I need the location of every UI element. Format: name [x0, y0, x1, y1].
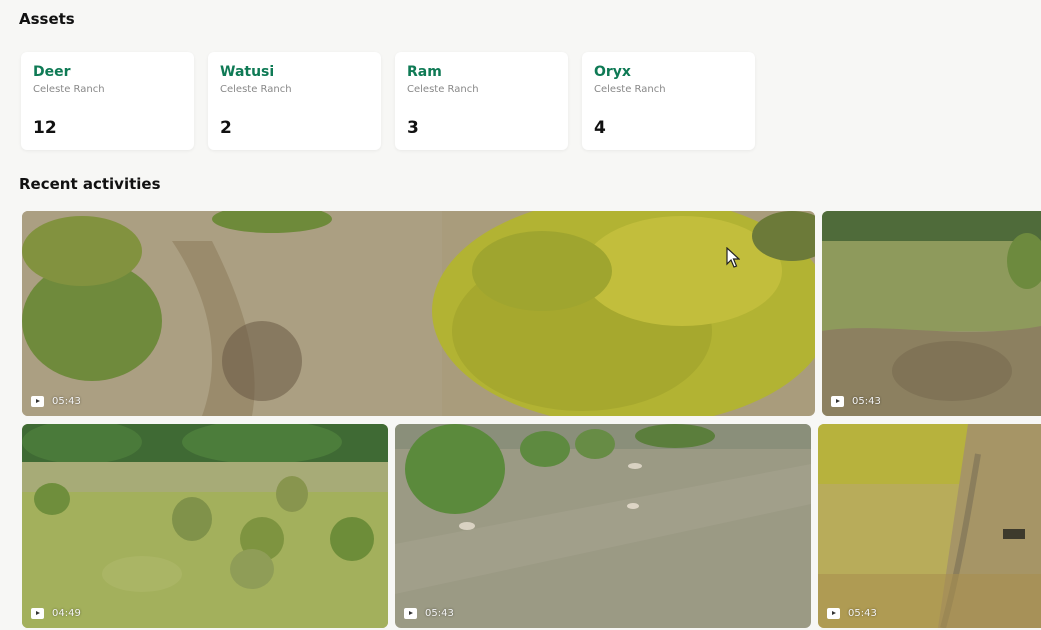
- play-icon: [31, 396, 44, 407]
- asset-count: 4: [594, 118, 606, 138]
- video-meta: 05:43: [827, 608, 877, 619]
- video-thumbnail: [22, 424, 388, 628]
- video-tile[interactable]: 05:43: [822, 211, 1041, 416]
- asset-card-ram[interactable]: Ram Celeste Ranch 3: [395, 52, 568, 150]
- video-duration: 05:43: [852, 396, 881, 407]
- play-icon: [827, 608, 840, 619]
- mouse-cursor-icon: [726, 247, 740, 268]
- video-tile[interactable]: 05:43: [22, 211, 815, 416]
- video-meta: 04:49: [31, 608, 81, 619]
- asset-location: Celeste Ranch: [220, 84, 292, 95]
- video-meta: 05:43: [31, 396, 81, 407]
- asset-location: Celeste Ranch: [407, 84, 479, 95]
- video-thumbnail: [22, 211, 815, 416]
- asset-count: 3: [407, 118, 419, 138]
- video-thumbnail: [822, 211, 1041, 416]
- play-icon: [31, 608, 44, 619]
- video-duration: 05:43: [52, 396, 81, 407]
- video-tile[interactable]: 05:43: [395, 424, 811, 628]
- asset-card-deer[interactable]: Deer Celeste Ranch 12: [21, 52, 194, 150]
- video-duration: 05:43: [425, 608, 454, 619]
- asset-count: 12: [33, 118, 57, 138]
- asset-card-oryx[interactable]: Oryx Celeste Ranch 4: [582, 52, 755, 150]
- asset-name: Deer: [33, 64, 71, 80]
- assets-title: Assets: [19, 10, 75, 28]
- video-duration: 04:49: [52, 608, 81, 619]
- asset-location: Celeste Ranch: [33, 84, 105, 95]
- asset-name: Watusi: [220, 64, 275, 80]
- asset-name: Oryx: [594, 64, 631, 80]
- video-thumbnail: [818, 424, 1041, 628]
- asset-count: 2: [220, 118, 232, 138]
- asset-name: Ram: [407, 64, 442, 80]
- video-thumbnail: [395, 424, 811, 628]
- video-tile[interactable]: 04:49: [22, 424, 388, 628]
- video-meta: 05:43: [404, 608, 454, 619]
- asset-location: Celeste Ranch: [594, 84, 666, 95]
- video-duration: 05:43: [848, 608, 877, 619]
- video-tile[interactable]: 05:43: [818, 424, 1041, 628]
- play-icon: [831, 396, 844, 407]
- recent-activities-title: Recent activities: [19, 175, 161, 193]
- asset-card-watusi[interactable]: Watusi Celeste Ranch 2: [208, 52, 381, 150]
- play-icon: [404, 608, 417, 619]
- video-meta: 05:43: [831, 396, 881, 407]
